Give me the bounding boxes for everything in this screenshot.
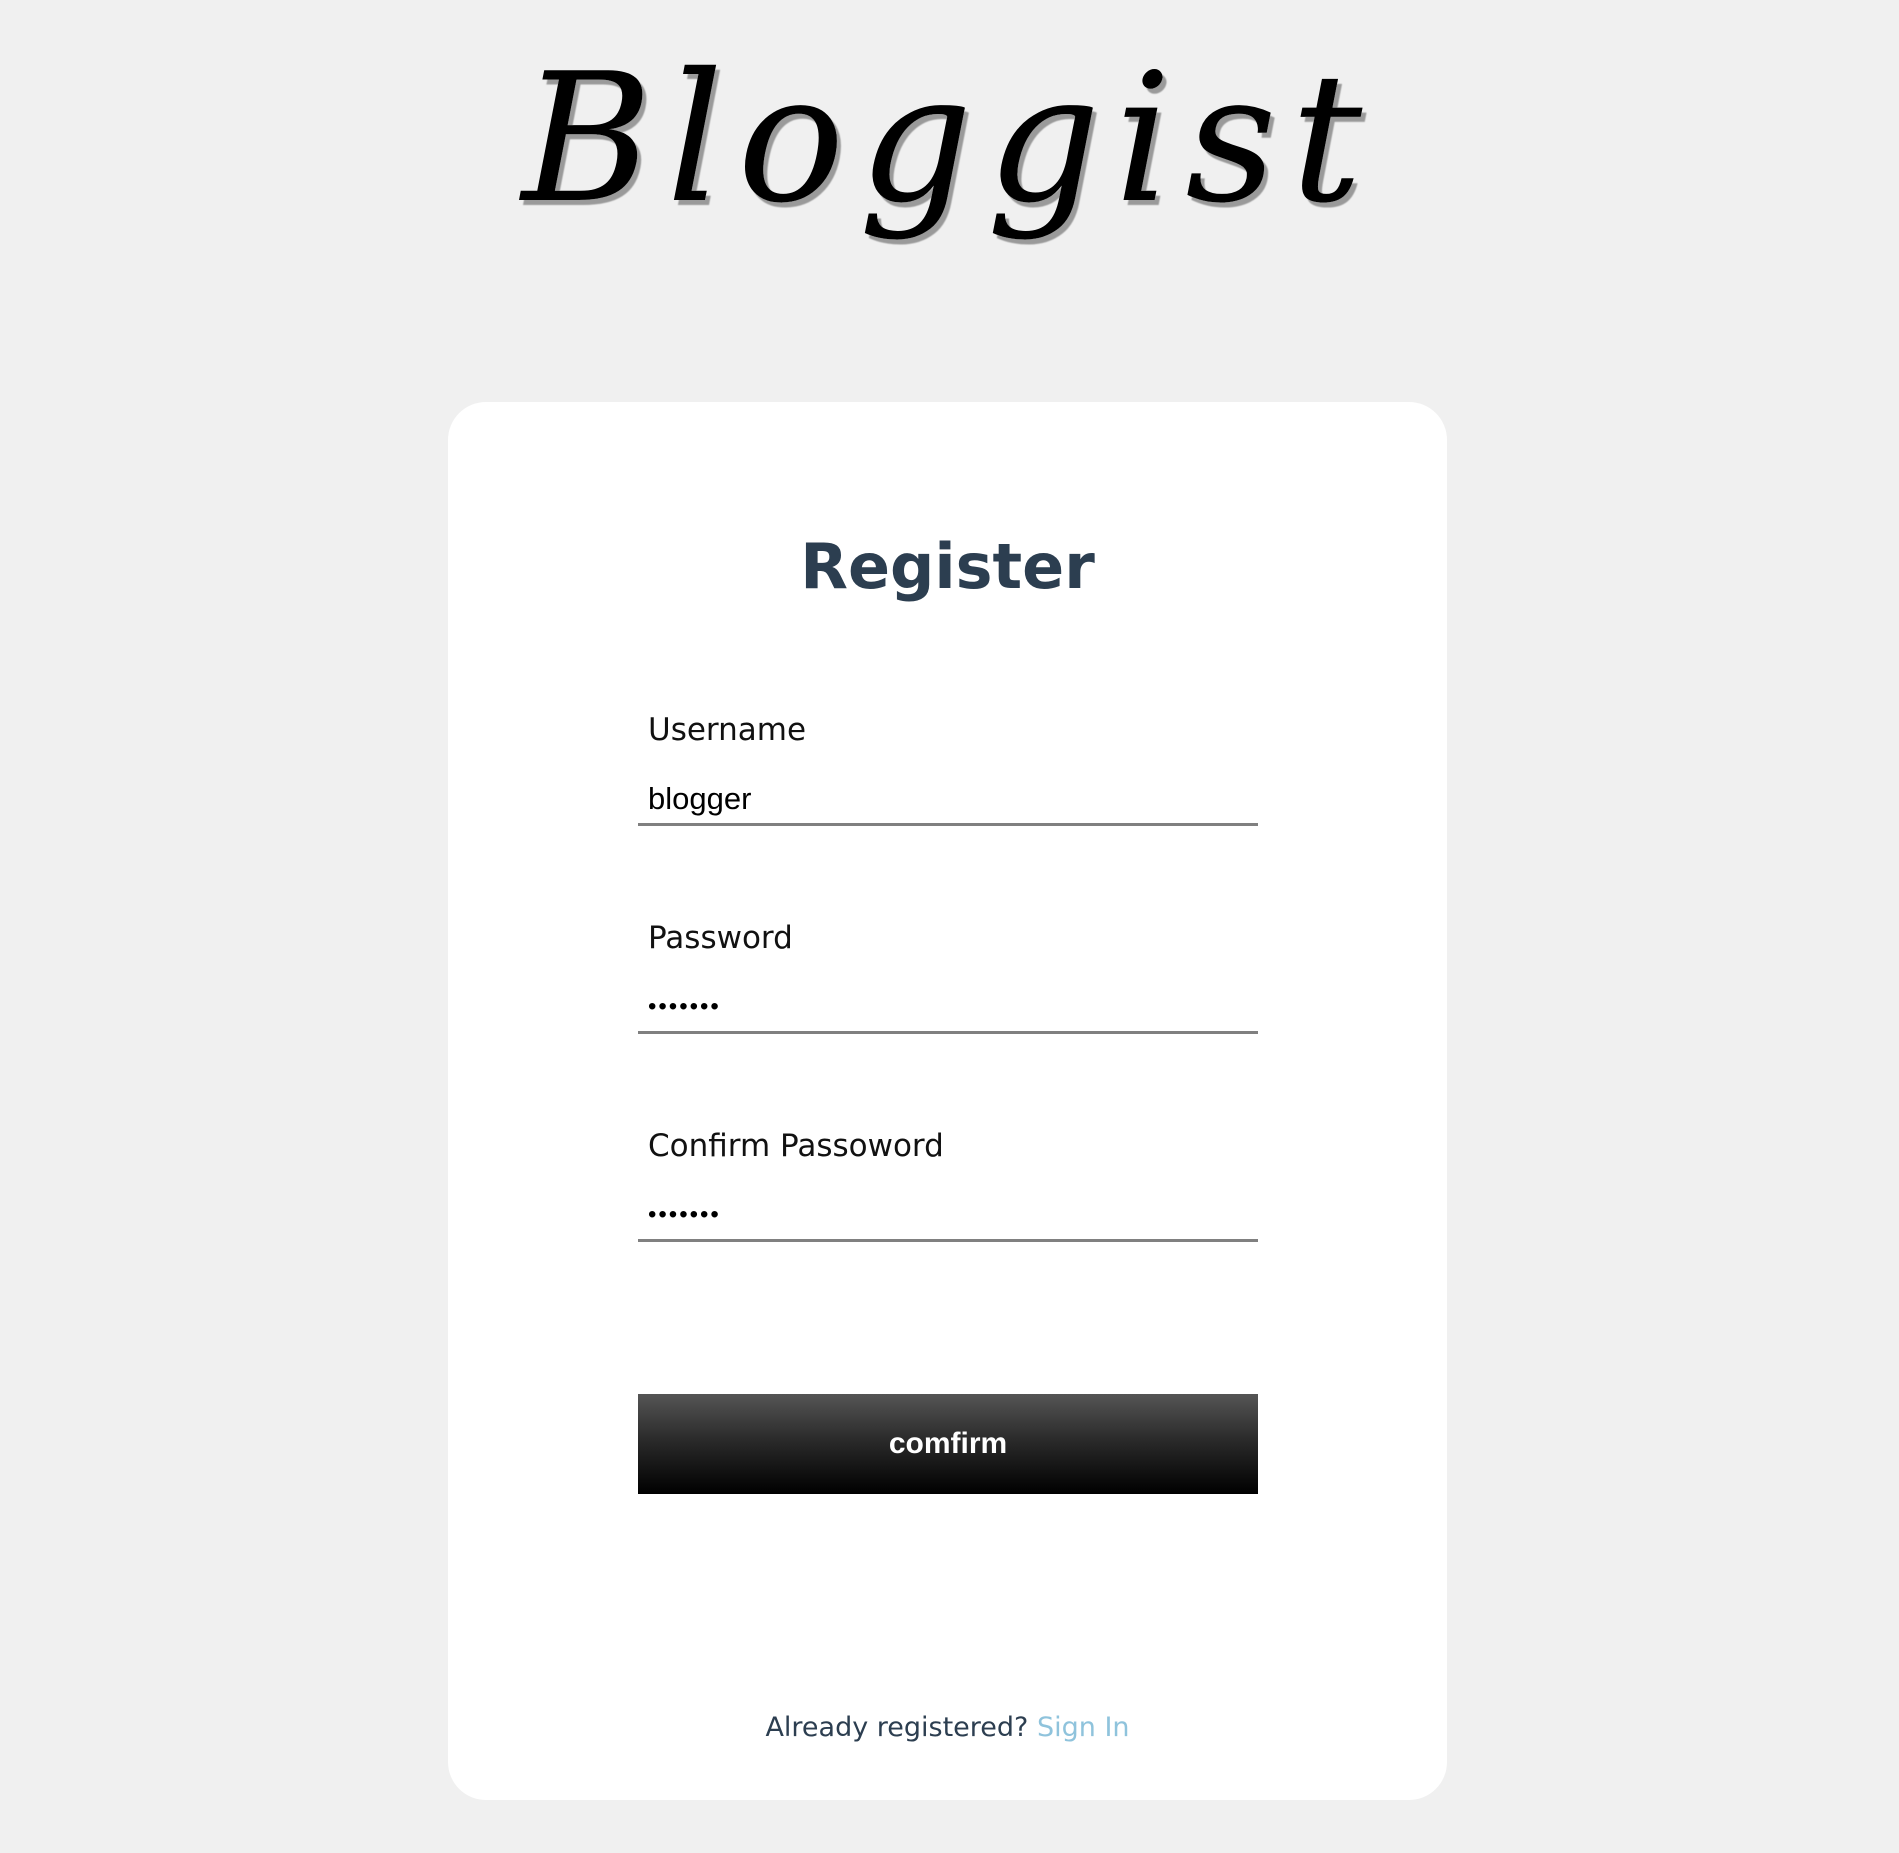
- page-title: Register: [800, 530, 1095, 603]
- username-input[interactable]: [638, 774, 1258, 826]
- password-input[interactable]: [638, 982, 1258, 1034]
- username-label: Username: [648, 712, 807, 748]
- password-label: Password: [648, 920, 793, 956]
- bloggist-logo: Bloggist: [519, 35, 1377, 242]
- confirm-button[interactable]: comfirm: [638, 1394, 1258, 1494]
- signin-prompt-text: Already registered?: [765, 1712, 1029, 1743]
- signin-link[interactable]: Sign In: [1037, 1712, 1130, 1743]
- logo-text: Bloggist: [519, 35, 1377, 242]
- confirm-password-label: Confirm Passoword: [648, 1128, 944, 1164]
- register-card: Register Username Password Confirm Passo…: [448, 402, 1447, 1800]
- confirm-password-input[interactable]: [638, 1190, 1258, 1242]
- signin-prompt: Already registered? Sign In: [448, 1712, 1447, 1743]
